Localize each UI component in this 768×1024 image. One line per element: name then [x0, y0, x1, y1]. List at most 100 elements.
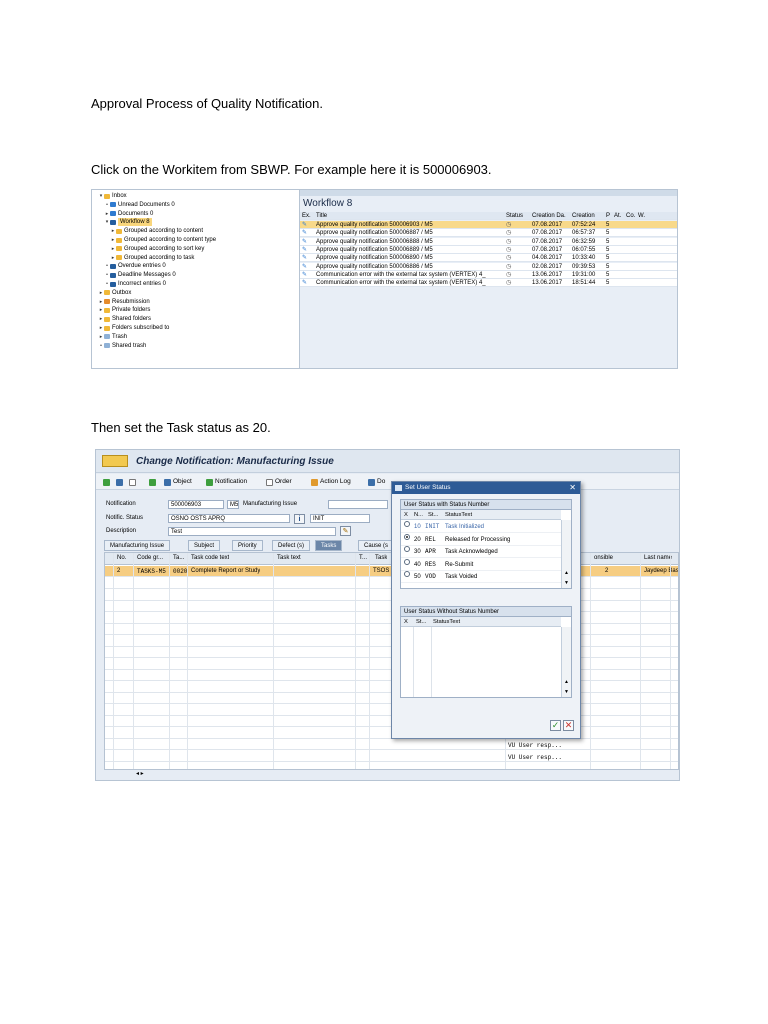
- col-attachment[interactable]: At.: [614, 212, 624, 220]
- col-task-text[interactable]: Task text: [275, 553, 301, 564]
- col-last-name[interactable]: Last name: [642, 553, 672, 564]
- tree-node[interactable]: ▸ Grouped according to content: [110, 227, 203, 235]
- tree-node[interactable]: • Incorrect entries 0: [104, 280, 166, 288]
- workitem-row[interactable]: ✎ Approve quality notification 500006887 …: [300, 229, 677, 238]
- tree-node-label: Inbox: [112, 193, 127, 199]
- action-log-button[interactable]: Action Log: [311, 477, 351, 487]
- workitem-row[interactable]: ✎ Communication error with the external t…: [300, 270, 677, 279]
- tree-node[interactable]: ▸ Shared folders: [98, 315, 151, 323]
- workitem-row[interactable]: ✎ Approve quality notification 500006890 …: [300, 254, 677, 263]
- col-task[interactable]: Task: [373, 553, 387, 564]
- table-row[interactable]: [105, 751, 678, 762]
- col-date[interactable]: Creation Da.: [532, 212, 570, 220]
- tree-node-label: Folders subscribed to: [112, 325, 170, 331]
- tree-node[interactable]: ▾ Workflow 8: [104, 218, 152, 227]
- col-priority[interactable]: P: [606, 212, 614, 220]
- trash-icon: [104, 343, 110, 349]
- col-task-code-text[interactable]: Task code text: [189, 553, 229, 564]
- col-w[interactable]: W.: [638, 212, 648, 220]
- confirm-check-icon[interactable]: ✓: [550, 720, 561, 731]
- table-row[interactable]: [105, 739, 678, 750]
- col-title[interactable]: Title: [316, 212, 504, 220]
- status-option[interactable]: 40 RES Re-Submit: [401, 558, 561, 571]
- sbwp-screenshot: ▾ Inbox • Unread Documents 0 ▸ Documents 0 ▾ Wo…: [91, 189, 678, 369]
- description-field[interactable]: Test: [168, 527, 336, 536]
- tree-node[interactable]: ▸ Outbox: [98, 289, 132, 297]
- tree-node[interactable]: • Overdue entries 0: [104, 262, 166, 270]
- col-code-group[interactable]: Code gr...: [135, 553, 163, 564]
- tab-defect-s[interactable]: Defect (s): [272, 540, 311, 551]
- workitem-title: Approve quality notification 500006890 /…: [316, 255, 433, 262]
- cancel-x-icon[interactable]: ✕: [563, 720, 574, 731]
- tab-tasks[interactable]: Tasks: [315, 540, 343, 551]
- col-ex[interactable]: Ex.: [302, 212, 314, 220]
- tree-node[interactable]: ▸ Folders subscribed to: [98, 324, 170, 332]
- tree-node[interactable]: ▸ Private folders: [98, 306, 151, 314]
- tree-node[interactable]: ▸ Resubmission: [98, 298, 150, 306]
- col-t[interactable]: T...: [357, 553, 367, 564]
- document-flow-icon: [368, 478, 375, 486]
- tree-node-label: Grouped according to sort key: [124, 245, 205, 252]
- tree-node[interactable]: ▸ Documents 0: [104, 210, 154, 218]
- create-icon[interactable]: [149, 477, 158, 487]
- status-radio[interactable]: [404, 533, 410, 540]
- notification-button[interactable]: Notification: [206, 477, 247, 487]
- status-radio[interactable]: [404, 546, 410, 552]
- blank-field[interactable]: [328, 500, 388, 509]
- menu-button[interactable]: [102, 455, 128, 467]
- tab-manufacturing-issue[interactable]: Manufacturing Issue: [104, 540, 171, 551]
- workitem-row[interactable]: ✎ Approve quality notification 500006889 …: [300, 245, 677, 254]
- object-button[interactable]: Object: [164, 477, 192, 487]
- tab-subject[interactable]: Subject: [188, 540, 221, 551]
- status-table-header: X St... StatusText: [401, 617, 561, 627]
- flag-icon[interactable]: [103, 477, 112, 487]
- status-option[interactable]: 20 REL Released for Processing: [401, 533, 561, 546]
- col-ta[interactable]: Ta...: [171, 553, 184, 564]
- close-icon[interactable]: ✕: [569, 482, 576, 494]
- document-flow-button[interactable]: Do: [368, 477, 385, 487]
- tab-priority[interactable]: Priority: [232, 540, 263, 551]
- tree-node[interactable]: ▸ Grouped according to sort key: [110, 245, 205, 253]
- folder-icon: [104, 316, 110, 322]
- display-change-icon[interactable]: [116, 477, 125, 487]
- col-no[interactable]: No.: [115, 553, 126, 564]
- status-radio[interactable]: [404, 521, 410, 527]
- workitem-date: 07.08.2017: [532, 246, 563, 253]
- tab-cause-s[interactable]: Cause (s: [358, 540, 395, 551]
- responsible-cell[interactable]: VU User resp...: [508, 754, 562, 761]
- status-option[interactable]: 10 INIT Task Initialized: [401, 521, 561, 533]
- col-status[interactable]: Status: [506, 212, 530, 220]
- col-time[interactable]: Creation: [572, 212, 604, 220]
- action-log-icon: [311, 478, 318, 486]
- col-comment[interactable]: Co.: [626, 212, 636, 220]
- notification-number-field[interactable]: 500006903: [168, 500, 224, 509]
- screen-title: Change Notification: Manufacturing Issue: [136, 456, 334, 467]
- tree-node[interactable]: ▸ Trash: [98, 333, 127, 341]
- tree-node[interactable]: ▾ Inbox: [98, 192, 127, 200]
- tree-node[interactable]: ▸ Grouped according to task: [110, 254, 195, 262]
- horizontal-scrollbar[interactable]: ◂ ▸: [136, 770, 166, 778]
- order-button[interactable]: Order: [266, 477, 292, 487]
- notification-type-field[interactable]: M5: [227, 500, 239, 509]
- vertical-scrollbar[interactable]: ▲ ▼: [561, 627, 571, 697]
- status-option[interactable]: 30 APR Task Acknowledged: [401, 546, 561, 558]
- tree-node[interactable]: • Deadline Messages 0: [104, 271, 176, 279]
- status-option[interactable]: 50 VOD Task Voided: [401, 571, 561, 583]
- workitem-row[interactable]: ✎ Approve quality notification 500006886 …: [300, 262, 677, 271]
- col-responsible[interactable]: onsible: [592, 553, 613, 564]
- paragraph-task-status: Then set the Task status as 20.: [91, 420, 271, 435]
- tree-node[interactable]: • Unread Documents 0: [104, 201, 175, 209]
- vertical-scrollbar[interactable]: ▲ ▼: [561, 520, 571, 588]
- long-text-icon[interactable]: ✎: [340, 526, 351, 536]
- workitem-row[interactable]: ✎ Communication error with the external t…: [300, 279, 677, 288]
- status-info-icon[interactable]: i: [294, 514, 305, 524]
- workitem-row[interactable]: ✎ Approve quality notification 500006888 …: [300, 237, 677, 246]
- workitem-row[interactable]: ✎ Approve quality notification 500006903 …: [300, 221, 677, 229]
- status-radio[interactable]: [404, 558, 410, 565]
- table-row[interactable]: [105, 762, 678, 769]
- tree-node[interactable]: ▸ Grouped according to content type: [110, 236, 216, 244]
- tree-node[interactable]: • Shared trash: [98, 342, 146, 350]
- other-object-icon[interactable]: [129, 477, 138, 487]
- status-radio[interactable]: [404, 571, 410, 577]
- responsible-cell[interactable]: VU User resp...: [508, 742, 562, 749]
